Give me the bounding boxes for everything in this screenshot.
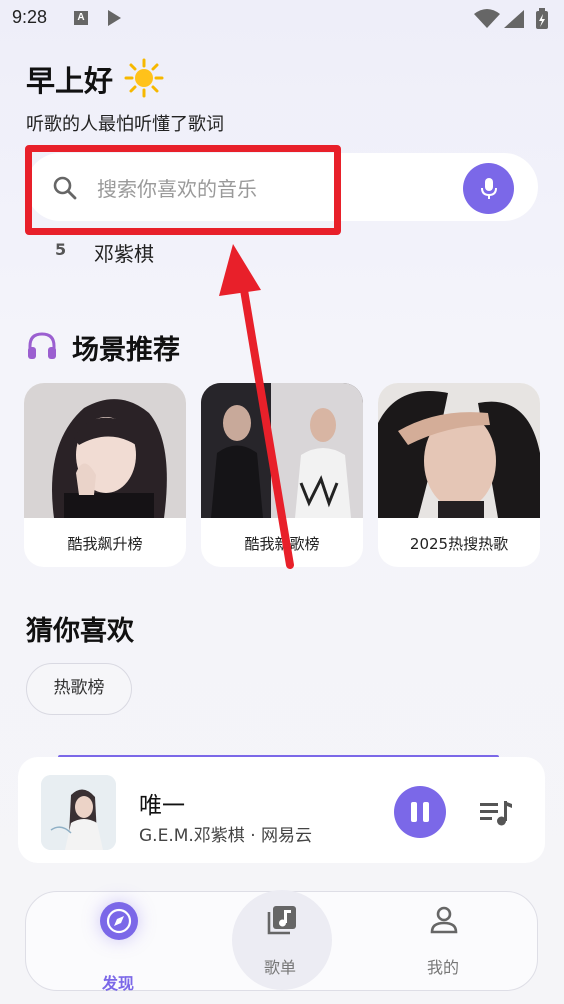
compass-icon — [106, 908, 132, 934]
annotation-highlight-box — [25, 145, 341, 235]
player-cover-image[interactable] — [41, 775, 116, 850]
guess-section-title: 猜你喜欢 — [26, 616, 134, 647]
scene-card-label: 酷我飙升榜 — [67, 535, 143, 553]
headphones-icon — [28, 332, 56, 359]
hot-search-rank: 5 — [55, 240, 67, 259]
user-icon[interactable] — [428, 904, 460, 936]
pause-icon — [411, 802, 417, 822]
player-song-title: 唯一 — [139, 793, 185, 819]
system-status-icons — [474, 8, 548, 29]
tab-playlist-label[interactable]: 歌单 — [264, 954, 296, 978]
wifi-icon — [474, 9, 500, 28]
scene-cover-image — [24, 383, 186, 518]
signal-icon — [504, 10, 524, 28]
player-song-artist: G.E.M.邓紫棋 · 网易云 — [139, 826, 313, 846]
play-icon — [108, 10, 121, 26]
tab-discover-label[interactable]: 发现 — [102, 970, 134, 994]
playlist-icon[interactable] — [266, 904, 298, 936]
tab-discover[interactable] — [100, 902, 138, 940]
tab-mine-label[interactable]: 我的 — [427, 954, 459, 978]
hot-search-item[interactable]: 邓紫棋 — [94, 238, 154, 267]
greeting-title: 早上好 — [26, 64, 114, 98]
scene-card-rising[interactable]: 酷我飙升榜 — [24, 383, 186, 567]
sun-icon — [124, 58, 164, 98]
greeting-subtitle: 听歌的人最怕听懂了歌词 — [26, 114, 224, 135]
scene-cover-image — [201, 383, 363, 518]
playlist-queue-icon[interactable] — [479, 799, 513, 827]
status-bar: 9:28 A — [0, 0, 564, 38]
mic-icon — [481, 178, 497, 199]
status-time: 9:28 — [12, 7, 48, 27]
chip-hot-songs[interactable]: 热歌榜 — [26, 663, 132, 715]
scene-card-label: 酷我新歌榜 — [244, 535, 320, 553]
scene-cover-image — [378, 383, 540, 518]
scene-section-title: 场景推荐 — [72, 335, 180, 366]
scene-card-hot-search[interactable]: 2025热搜热歌 — [378, 383, 540, 567]
scene-card-label: 2025热搜热歌 — [409, 535, 509, 553]
pause-button[interactable] — [394, 786, 446, 838]
a-icon: A — [74, 11, 88, 25]
scene-card-new-songs[interactable]: 酷我新歌榜 — [201, 383, 363, 567]
voice-search-button[interactable] — [463, 163, 514, 214]
